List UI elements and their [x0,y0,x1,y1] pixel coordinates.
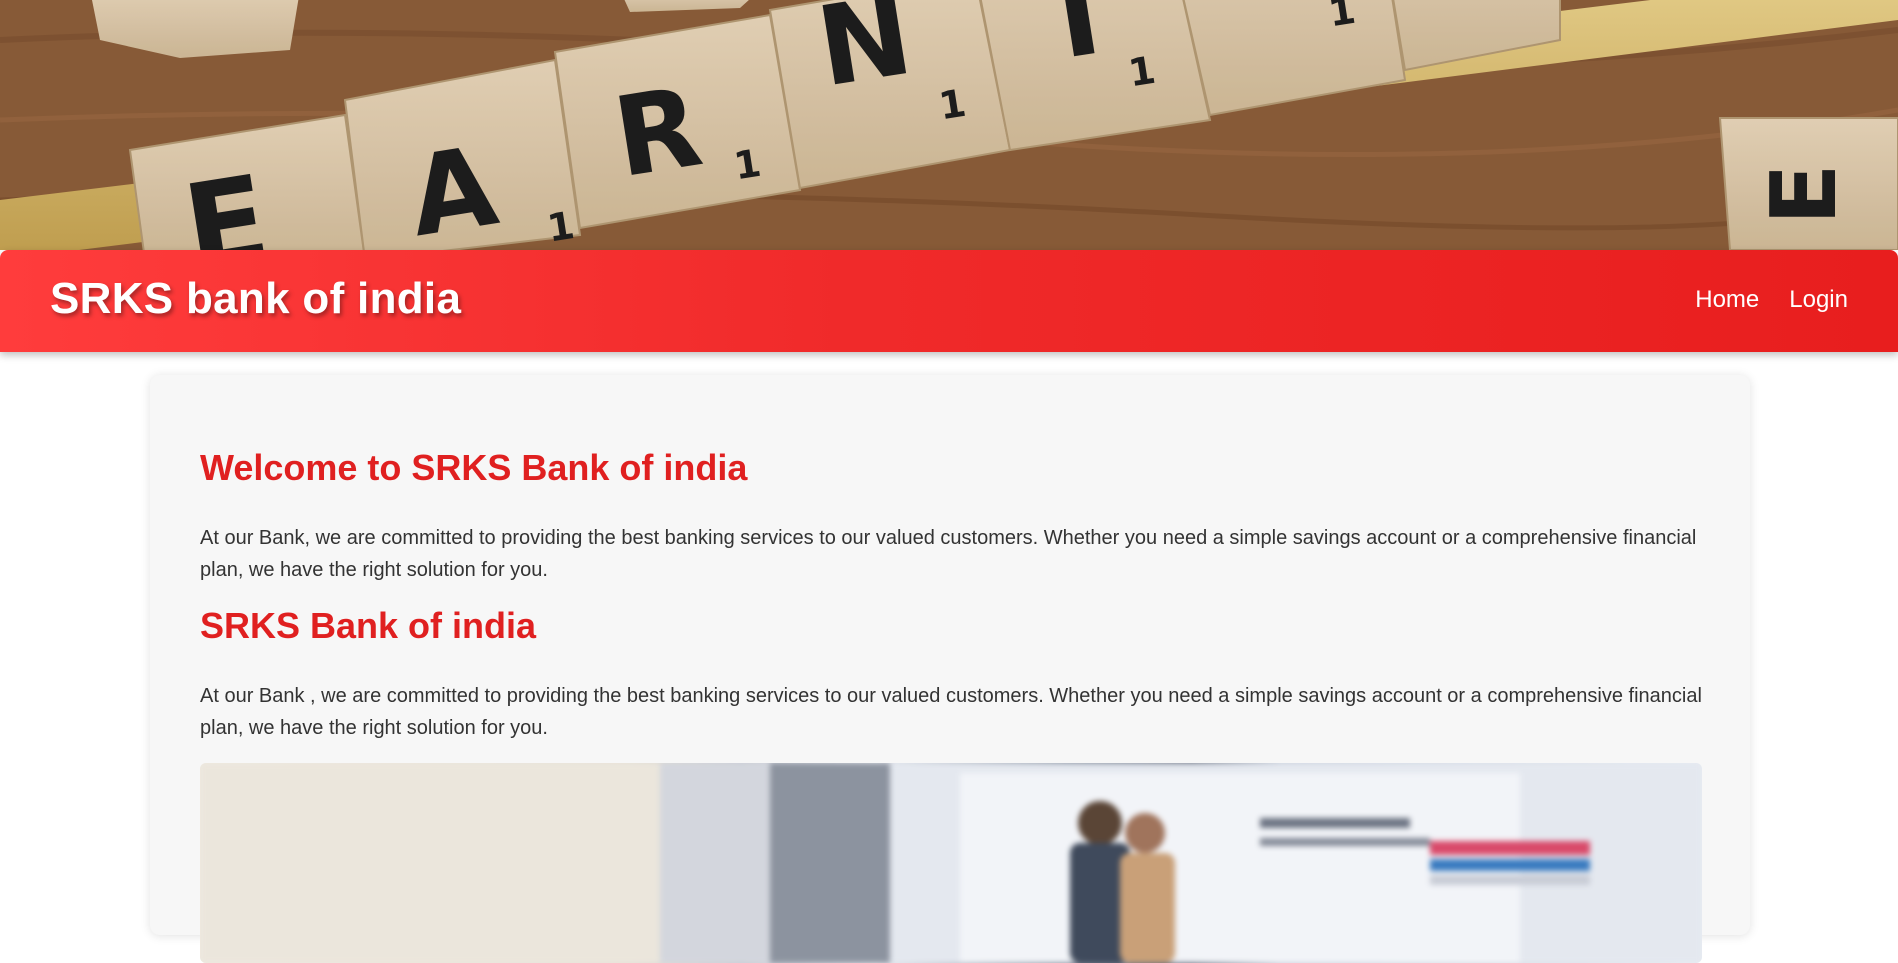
welcome-paragraph: At our Bank, we are committed to providi… [200,527,1697,581]
nav-home-link[interactable]: Home [1695,286,1759,314]
brand-title[interactable]: SRKS bank of india [50,274,461,324]
blurred-bank-website-image [200,763,1702,963]
bank-paragraph: At our Bank , we are committed to provid… [200,685,1702,739]
banking-photo [200,763,1702,963]
nav-login-link[interactable]: Login [1789,286,1848,314]
bank-heading: SRKS Bank of india [200,605,537,646]
hero-banner-image: E A 1 R 1 N 1 I 1 1 E [0,0,1898,250]
welcome-heading: Welcome to SRKS Bank of india [200,447,748,488]
top-navbar: SRKS bank of india Home Login [0,250,1898,352]
scrabble-tiles-illustration: E A 1 R 1 N 1 I 1 1 E [0,0,1898,250]
nav-links: Home Login [1695,286,1848,314]
content-card: Welcome to SRKS Bank of india At our Ban… [150,375,1750,963]
